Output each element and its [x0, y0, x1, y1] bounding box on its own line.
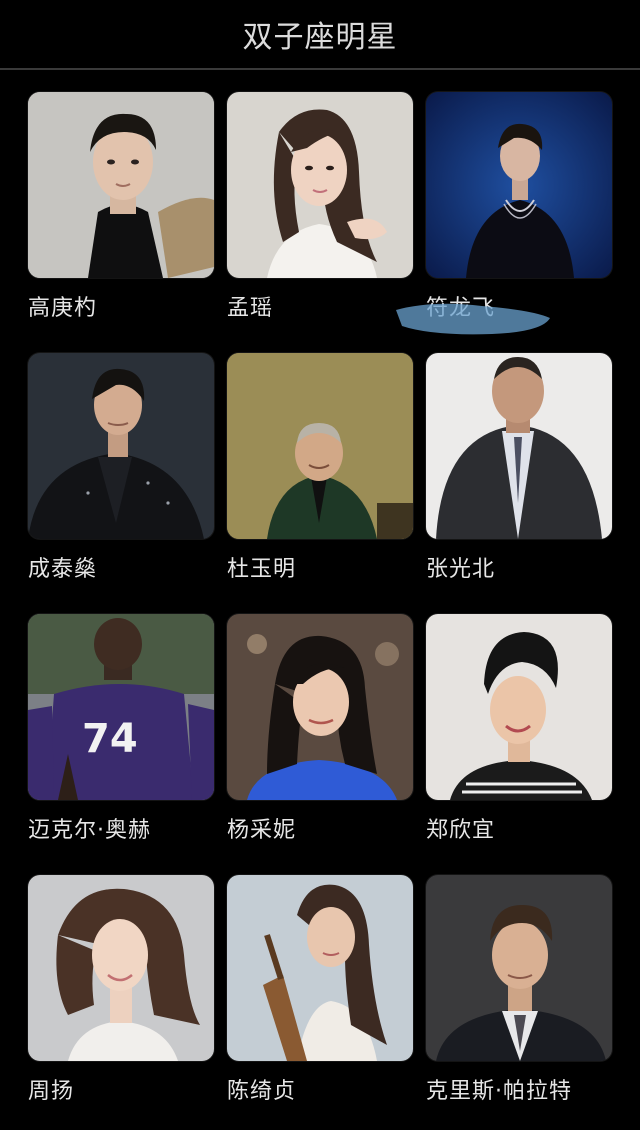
star-photo[interactable] [28, 92, 214, 278]
star-name[interactable]: 克里斯·帕拉特 [426, 1073, 572, 1105]
app-screen: 双子座明星 高庚杓 孟瑶 符龙飞 成泰燊 杜玉明 张光北 74 迈克尔·奥赫 杨… [0, 0, 640, 1130]
star-photo[interactable] [28, 353, 214, 539]
star-photo[interactable] [227, 875, 413, 1061]
star-photo[interactable] [426, 353, 612, 539]
star-photo[interactable]: 74 [28, 614, 214, 800]
star-name[interactable]: 符龙飞 [426, 290, 495, 322]
star-name[interactable]: 孟瑶 [227, 290, 273, 322]
star-name[interactable]: 郑欣宜 [426, 812, 495, 844]
star-photo[interactable] [227, 353, 413, 539]
star-name[interactable]: 陈绮贞 [227, 1073, 296, 1105]
star-name[interactable]: 高庚杓 [28, 290, 97, 322]
star-photo[interactable] [426, 875, 612, 1061]
star-name[interactable]: 周扬 [28, 1073, 74, 1105]
star-photo[interactable] [426, 614, 612, 800]
star-name[interactable]: 张光北 [426, 551, 495, 583]
star-name[interactable]: 杜玉明 [227, 551, 296, 583]
star-name[interactable]: 杨采妮 [227, 812, 296, 844]
star-photo[interactable] [227, 92, 413, 278]
star-photo[interactable] [227, 614, 413, 800]
star-photo[interactable] [28, 875, 214, 1061]
star-name[interactable]: 成泰燊 [28, 551, 97, 583]
page-title: 双子座明星 [242, 20, 398, 55]
star-name[interactable]: 迈克尔·奥赫 [28, 812, 151, 844]
page-header: 双子座明星 [0, 0, 640, 70]
star-photo[interactable] [426, 92, 612, 278]
jersey-number: 74 [82, 716, 138, 762]
